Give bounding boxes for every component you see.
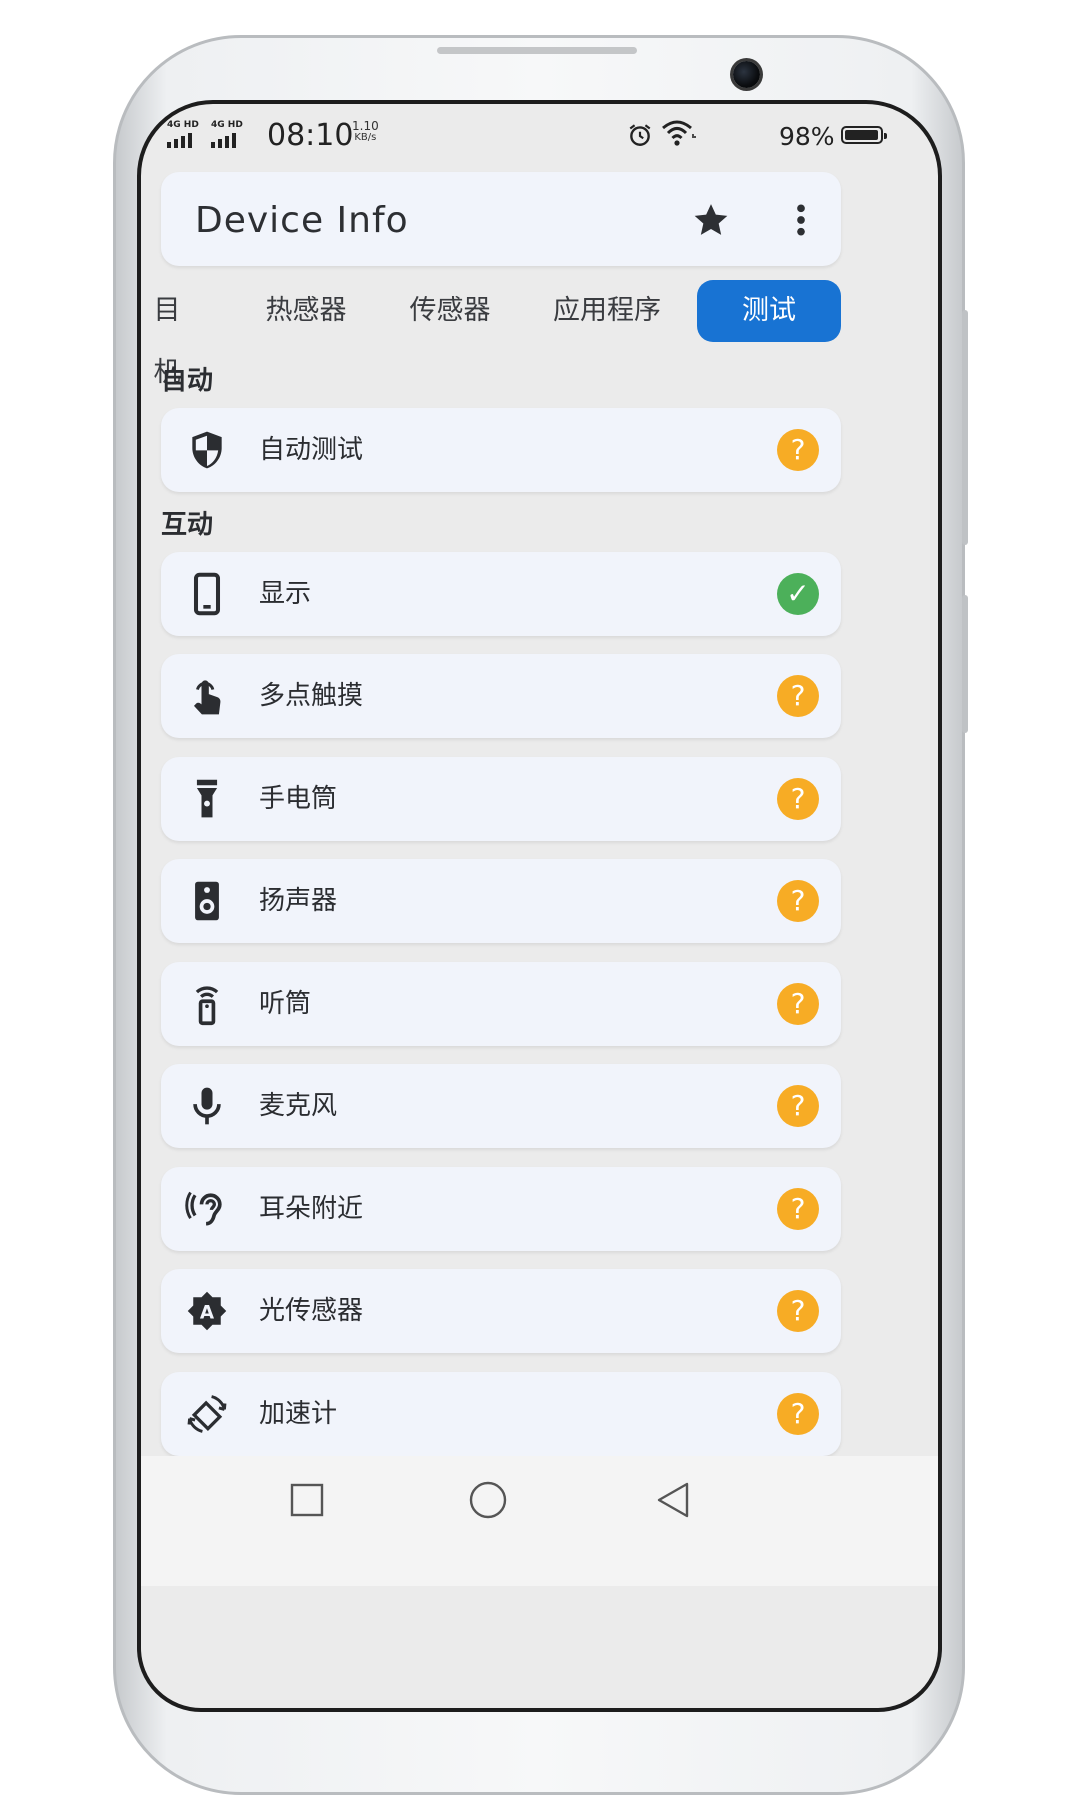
status-unknown-icon: ?: [777, 1188, 819, 1230]
power-button: [962, 595, 968, 733]
star-icon[interactable]: [691, 200, 731, 240]
list-item-label: 手电筒: [259, 784, 338, 814]
list-item-label: 麦克风: [259, 1091, 338, 1121]
status-unknown-icon: ?: [777, 1393, 819, 1435]
shield-icon: [192, 431, 222, 469]
tab-tests[interactable]: 测试: [697, 280, 841, 342]
ear-icon: [185, 1191, 222, 1226]
sim1-label: 4G HD: [167, 120, 199, 130]
list-item-earpiece[interactable]: 听筒 ?: [161, 962, 841, 1046]
list-item-label: 耳朵附近: [259, 1194, 364, 1224]
alarm-icon: [629, 124, 651, 146]
list-item-label: 听筒: [259, 989, 312, 1019]
list-item-display[interactable]: 显示 ✓: [161, 552, 841, 636]
list-item-flashlight[interactable]: 手电筒 ?: [161, 757, 841, 841]
touch-icon: [193, 680, 221, 715]
section-title-auto: 自动: [161, 366, 214, 396]
status-unknown-icon: ?: [777, 1085, 819, 1127]
list-item-label: 扬声器: [259, 886, 338, 916]
list-item-label: 显示: [259, 579, 312, 609]
tab-camera[interactable]: 目机: [141, 280, 193, 388]
brightness-auto-icon: A: [187, 1291, 227, 1331]
circle-home-icon[interactable]: [466, 1478, 510, 1522]
status-bar: 4G HD 4G HD 08:10 1.10 KB/s 98%: [141, 104, 938, 174]
microphone-icon: [193, 1087, 221, 1125]
wifi-icon: [662, 120, 696, 146]
status-unknown-icon: ?: [777, 983, 819, 1025]
earpiece-icon: [195, 986, 219, 1026]
list-item-auto-test[interactable]: 自动测试 ?: [161, 408, 841, 492]
tab-bar: 目机 热感器 传感器 应用程序 测试: [141, 280, 938, 388]
app-title: Device Info: [195, 200, 409, 241]
battery-icon: [841, 126, 887, 144]
list-item-label: 加速计: [259, 1399, 338, 1429]
list-item-light-sensor[interactable]: A 光传感器 ?: [161, 1269, 841, 1353]
status-passed-icon: ✓: [777, 573, 819, 615]
sim2-label: 4G HD: [211, 120, 243, 130]
earpiece-slot: [437, 47, 637, 54]
section-title-interactive: 互动: [161, 510, 214, 540]
list-item-accelerometer[interactable]: 加速计 ?: [161, 1372, 841, 1456]
speaker-icon: [195, 881, 219, 921]
flashlight-icon: [196, 779, 218, 818]
svg-text:A: A: [200, 1302, 215, 1323]
app-bar: Device Info: [161, 172, 841, 266]
signal-sim1-icon: 4G HD: [167, 120, 199, 148]
list-item-speaker[interactable]: 扬声器 ?: [161, 859, 841, 943]
tab-thermal[interactable]: 热感器: [251, 280, 361, 342]
navigation-bar: [141, 1456, 938, 1586]
screen: 4G HD 4G HD 08:10 1.10 KB/s 98% Device I: [137, 100, 942, 1712]
list-item-multitouch[interactable]: 多点触摸 ?: [161, 654, 841, 738]
tab-apps[interactable]: 应用程序: [537, 280, 677, 342]
more-vertical-icon[interactable]: [781, 200, 821, 240]
list-item-label: 自动测试: [259, 435, 364, 465]
tab-sensors[interactable]: 传感器: [395, 280, 505, 342]
status-unknown-icon: ?: [777, 675, 819, 717]
clock: 08:10: [267, 118, 354, 153]
screen-rotation-icon: [187, 1395, 227, 1433]
square-recent-icon[interactable]: [287, 1480, 327, 1520]
speed-unit: KB/s: [354, 132, 377, 143]
status-unknown-icon: ?: [777, 429, 819, 471]
phone-icon: [193, 572, 221, 616]
status-unknown-icon: ?: [777, 1290, 819, 1332]
list-item-proximity[interactable]: 耳朵附近 ?: [161, 1167, 841, 1251]
volume-button: [962, 310, 968, 545]
network-speed: 1.10 KB/s: [352, 120, 379, 144]
battery-percent: 98%: [779, 122, 835, 151]
triangle-back-icon[interactable]: [653, 1480, 693, 1520]
speed-value: 1.10: [352, 119, 379, 133]
list-item-label: 多点触摸: [259, 681, 364, 711]
signal-sim2-icon: 4G HD: [211, 120, 243, 148]
list-item-microphone[interactable]: 麦克风 ?: [161, 1064, 841, 1148]
front-camera: [733, 61, 760, 88]
list-item-label: 光传感器: [259, 1296, 364, 1326]
status-unknown-icon: ?: [777, 880, 819, 922]
status-unknown-icon: ?: [777, 778, 819, 820]
